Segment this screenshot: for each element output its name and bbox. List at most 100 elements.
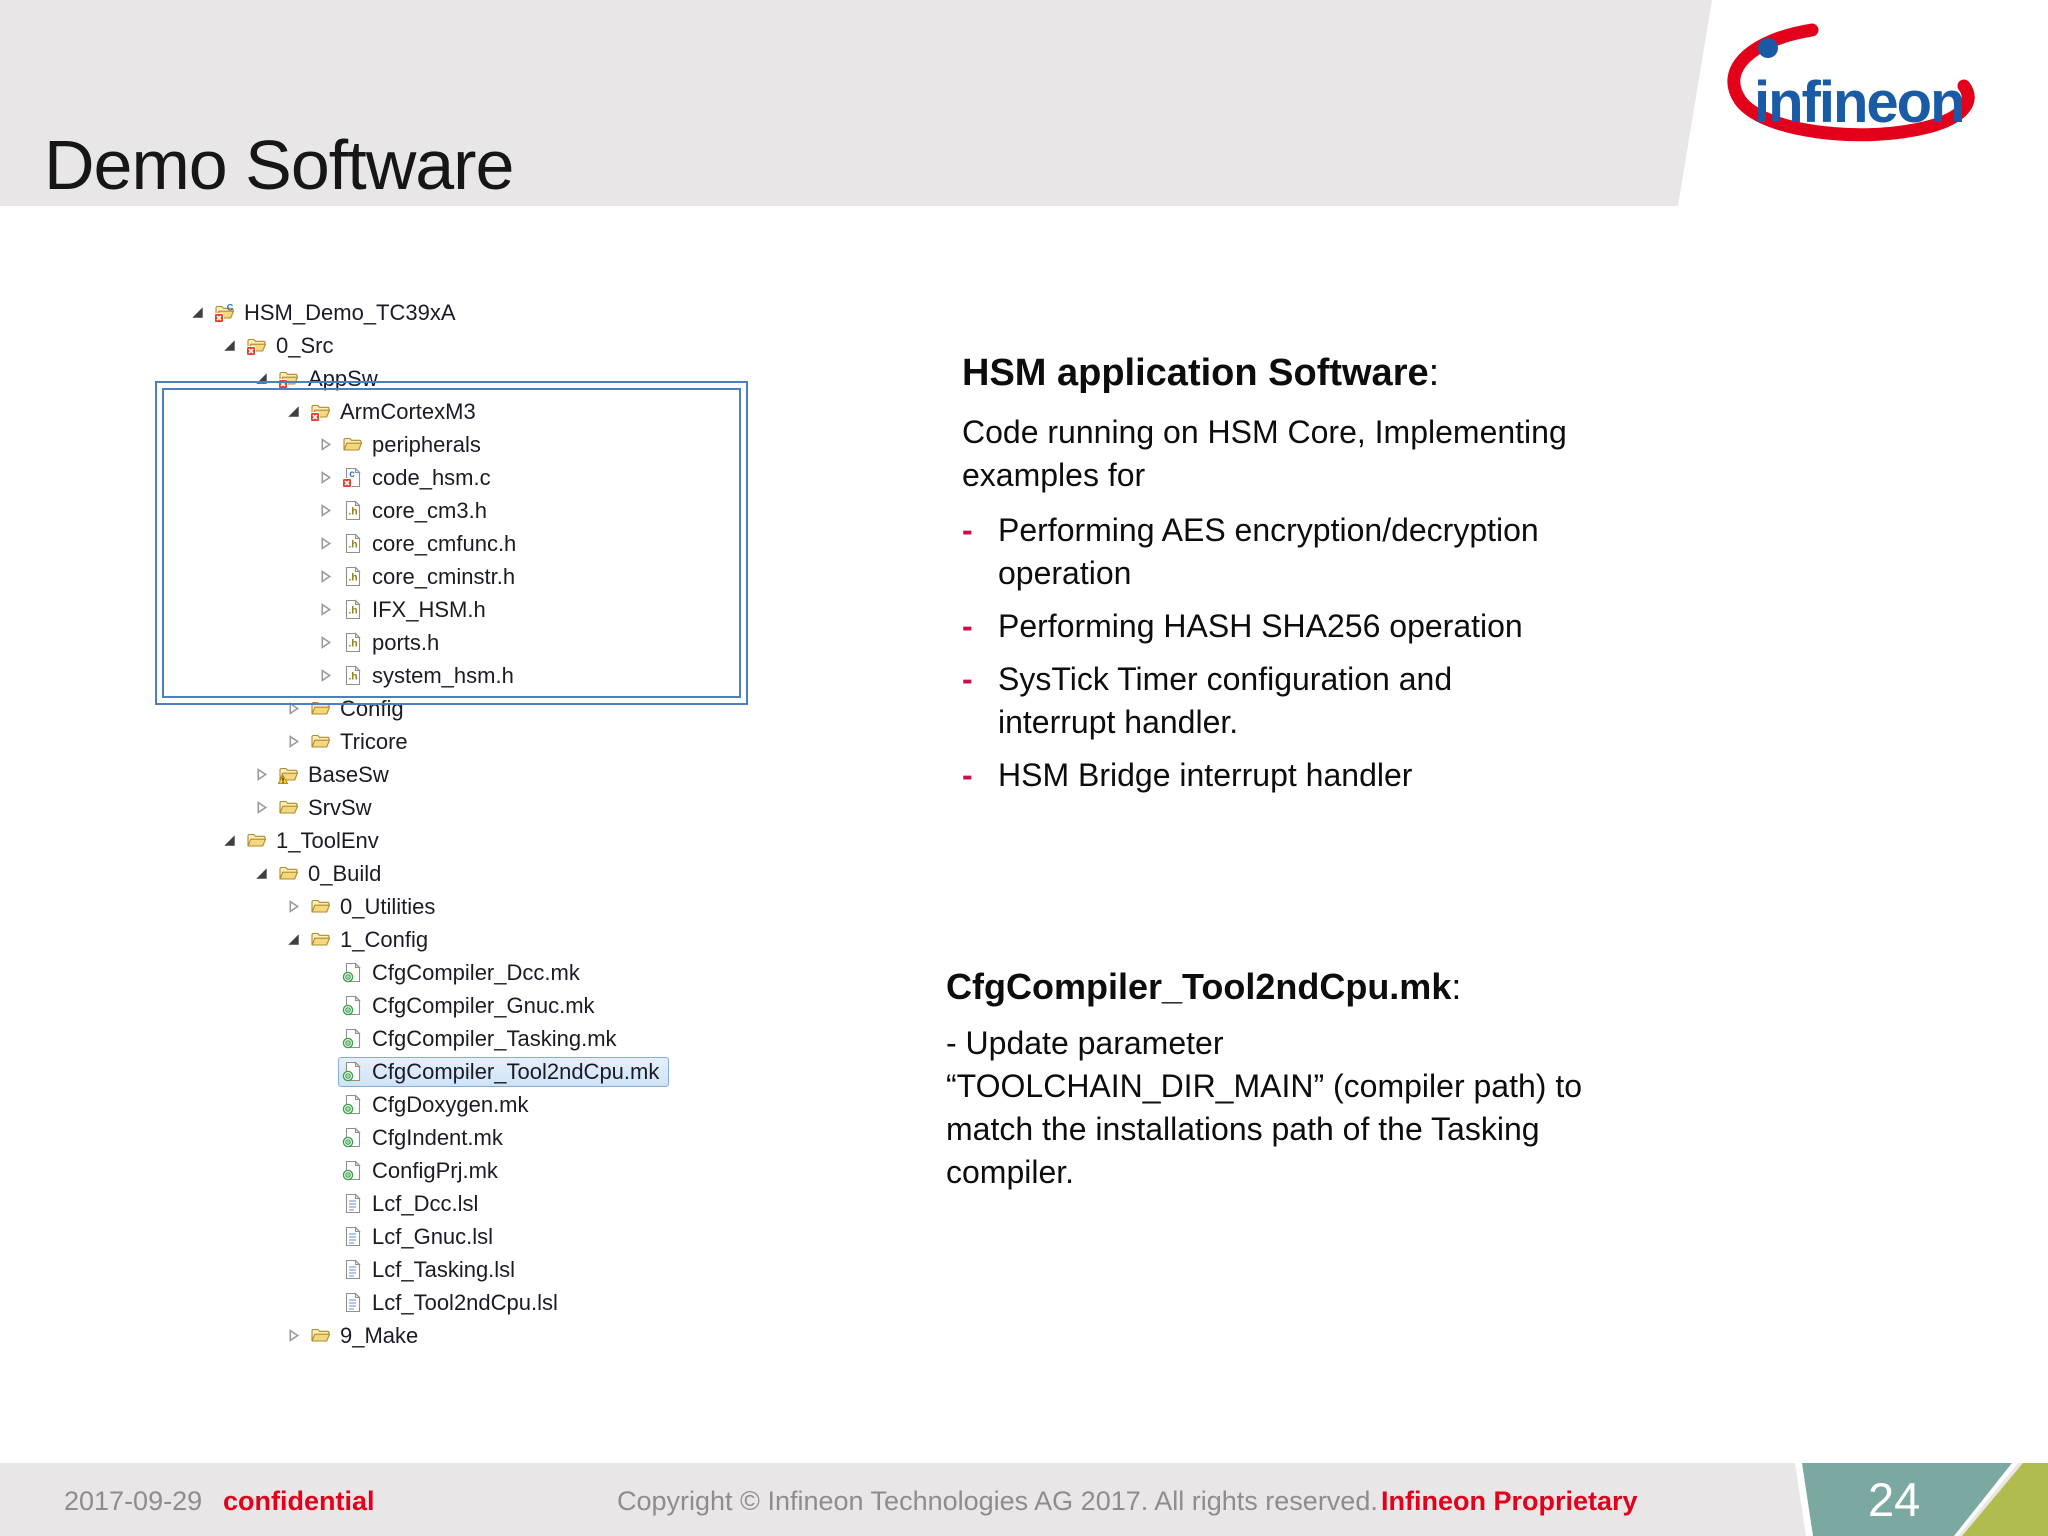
makefile-icon: [342, 1127, 363, 1148]
tree-row-label: ports.h: [372, 629, 440, 655]
collapse-arrow-icon[interactable]: [316, 600, 335, 619]
expand-arrow-icon[interactable]: [252, 369, 271, 388]
tree-row-label: 9_Make: [340, 1322, 419, 1348]
collapse-arrow-icon[interactable]: [316, 567, 335, 586]
tree-row-label: 1_Config: [340, 926, 429, 952]
tree-row[interactable]: SrvSw: [188, 791, 669, 824]
tree-row[interactable]: CfgCompiler_Tasking.mk: [188, 1022, 669, 1055]
tree-row[interactable]: CfgCompiler_Tool2ndCpu.mk: [188, 1055, 670, 1088]
tree-row[interactable]: Lcf_Tool2ndCpu.lsl: [188, 1286, 669, 1319]
tree-row[interactable]: Config: [188, 692, 669, 725]
c-project-icon: C: [214, 302, 235, 323]
collapse-arrow-icon[interactable]: [316, 435, 335, 454]
folder-warning-icon: [278, 764, 299, 785]
tree-row-label: IFX_HSM.h: [372, 596, 486, 622]
page-number: 24: [1868, 1473, 1921, 1526]
tree-row-label: core_cminstr.h: [372, 563, 516, 589]
arrow-spacer: [316, 1227, 335, 1246]
section1-heading: HSM application Software:: [962, 352, 1440, 394]
tree-row[interactable]: c code_hsm.c: [188, 461, 669, 494]
expand-arrow-icon[interactable]: [284, 402, 303, 421]
tree-row[interactable]: Tricore: [188, 725, 669, 758]
tree-row[interactable]: Lcf_Gnuc.lsl: [188, 1220, 669, 1253]
tree-row-label: SrvSw: [308, 794, 372, 820]
tree-row[interactable]: BaseSw: [188, 758, 669, 791]
arrow-spacer: [316, 1095, 335, 1114]
expand-arrow-icon[interactable]: [252, 864, 271, 883]
section1-bullet-list: - Performing AES encryption/decryption ope…: [962, 509, 1662, 797]
bullet-text: Performing HASH SHA256 operation: [998, 608, 1523, 644]
tree-row[interactable]: peripherals: [188, 428, 669, 461]
text-file-icon: [342, 1226, 363, 1247]
tree-row[interactable]: 9_Make: [188, 1319, 669, 1352]
collapse-arrow-icon[interactable]: [316, 501, 335, 520]
arrow-spacer: [316, 963, 335, 982]
collapse-arrow-icon[interactable]: [284, 897, 303, 916]
folder-conflict-icon: [246, 335, 267, 356]
svg-text:.h: .h: [349, 507, 358, 518]
collapse-arrow-icon[interactable]: [252, 765, 271, 784]
svg-text:.h: .h: [349, 606, 358, 617]
tree-row[interactable]: 0_Src: [188, 329, 669, 362]
tree-row[interactable]: CfgCompiler_Gnuc.mk: [188, 989, 669, 1022]
tree-row[interactable]: .h ports.h: [188, 626, 669, 659]
tree-row[interactable]: ArmCortexM3: [188, 395, 669, 428]
collapse-arrow-icon[interactable]: [284, 732, 303, 751]
tree-row[interactable]: C HSM_Demo_TC39xA: [188, 296, 669, 329]
selected-row-highlight[interactable]: CfgCompiler_Tool2ndCpu.mk: [338, 1056, 670, 1087]
tree-row[interactable]: CfgDoxygen.mk: [188, 1088, 669, 1121]
tree-row[interactable]: CfgIndent.mk: [188, 1121, 669, 1154]
collapse-arrow-icon[interactable]: [284, 1326, 303, 1345]
footer-proprietary: Infineon Proprietary: [1381, 1486, 1638, 1516]
tree-row-label: Config: [340, 695, 404, 721]
tree-row-label: ConfigPrj.mk: [372, 1157, 498, 1183]
tree-row[interactable]: ConfigPrj.mk: [188, 1154, 669, 1187]
arrow-spacer: [316, 1260, 335, 1279]
collapse-arrow-icon[interactable]: [316, 534, 335, 553]
folder-icon: [278, 863, 299, 884]
arrow-spacer: [316, 1293, 335, 1312]
tree-row-label: 1_ToolEnv: [276, 827, 379, 853]
expand-arrow-icon[interactable]: [188, 303, 207, 322]
tree-row-label: code_hsm.c: [372, 464, 491, 490]
h-file-icon: .h: [342, 599, 363, 620]
collapse-arrow-icon[interactable]: [252, 798, 271, 817]
makefile-icon: [342, 1028, 363, 1049]
tree-row[interactable]: .h IFX_HSM.h: [188, 593, 669, 626]
tree-row-label: core_cmfunc.h: [372, 530, 517, 556]
collapse-arrow-icon[interactable]: [316, 468, 335, 487]
bullet-item: - Performing AES encryption/decryption ope…: [962, 509, 1662, 595]
text-file-icon: [342, 1292, 363, 1313]
section1-intro: Code running on HSM Core, Implementing ex…: [962, 414, 1567, 493]
tree-row[interactable]: CfgCompiler_Dcc.mk: [188, 956, 669, 989]
folder-icon: [246, 830, 267, 851]
bullet-item: - HSM Bridge interrupt handler: [962, 754, 1662, 797]
tree-row[interactable]: .h core_cminstr.h: [188, 560, 669, 593]
section2-body: - Update parameter “TOOLCHAIN_DIR_MAIN” (…: [946, 1025, 1582, 1190]
expand-arrow-icon[interactable]: [220, 831, 239, 850]
tree-row[interactable]: 1_Config: [188, 923, 669, 956]
makefile-icon: [342, 1094, 363, 1115]
tree-row[interactable]: .h core_cmfunc.h: [188, 527, 669, 560]
bullet-dash: -: [962, 757, 973, 793]
tree-row-label: 0_Utilities: [340, 893, 436, 919]
tree-row[interactable]: .h system_hsm.h: [188, 659, 669, 692]
tree-row[interactable]: .h core_cm3.h: [188, 494, 669, 527]
tree-row[interactable]: AppSw: [188, 362, 669, 395]
tree-row-label: CfgCompiler_Dcc.mk: [372, 959, 580, 985]
tree-row-label: Lcf_Gnuc.lsl: [372, 1223, 494, 1249]
tree-row[interactable]: 0_Build: [188, 857, 669, 890]
expand-arrow-icon[interactable]: [220, 336, 239, 355]
svg-text:.h: .h: [349, 639, 358, 650]
folder-icon: [310, 929, 331, 950]
expand-arrow-icon[interactable]: [284, 930, 303, 949]
collapse-arrow-icon[interactable]: [284, 699, 303, 718]
tree-row[interactable]: Lcf_Tasking.lsl: [188, 1253, 669, 1286]
collapse-arrow-icon[interactable]: [316, 666, 335, 685]
collapse-arrow-icon[interactable]: [316, 633, 335, 652]
bullet-text: SysTick Timer configuration and interrupt…: [998, 661, 1453, 740]
h-file-icon: .h: [342, 500, 363, 521]
tree-row[interactable]: 0_Utilities: [188, 890, 669, 923]
tree-row[interactable]: Lcf_Dcc.lsl: [188, 1187, 669, 1220]
tree-row[interactable]: 1_ToolEnv: [188, 824, 669, 857]
